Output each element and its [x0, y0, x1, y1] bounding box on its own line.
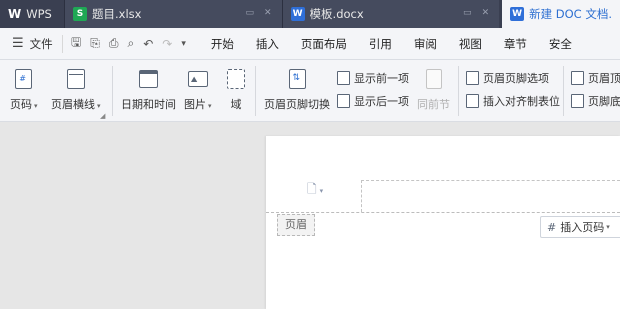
save-icon[interactable]: 🖫 [71, 33, 81, 54]
header-line-label: 页眉横线 [51, 98, 95, 111]
field-icon [227, 69, 245, 89]
spreadsheet-icon: S [72, 7, 87, 21]
tab-docx[interactable]: W 模板.docx ▭ ✕ [281, 0, 500, 28]
menu-item-review[interactable]: 审阅 [414, 36, 437, 52]
insert-page-number-button[interactable]: # 插入页码 ▾ [540, 216, 620, 238]
header-text-area[interactable] [361, 180, 620, 212]
insert-alignment-tab-label: 插入对齐制表位 [483, 95, 560, 108]
header-top-margin[interactable]: 页眉顶 [571, 70, 620, 86]
page-number-icon: # [15, 69, 33, 89]
wps-home-label: WPS [26, 7, 52, 21]
quick-access-toolbar: 🖫 ⎘ ⎙ ⌕ ↶ ↷ ▾ [62, 33, 186, 54]
date-time-label: 日期和时间 [121, 98, 176, 111]
title-tab-bar: W WPS S 题目.xlsx ▭ ✕ W 模板.docx ▭ ✕ W 新建 D… [0, 0, 620, 28]
header-footer-options-label: 页眉页脚选项 [483, 72, 549, 85]
print-preview-icon[interactable]: ⌕ [127, 36, 134, 51]
header-label: 页眉 [277, 214, 315, 236]
insert-page-number-label: 插入页码 [560, 221, 605, 234]
format-painter-icon[interactable]: ⎘ [90, 36, 100, 51]
menu-item-page-layout[interactable]: 页面布局 [301, 36, 347, 52]
header-line-button[interactable]: 页眉横线 ▾ [51, 68, 101, 112]
header-footer-options-button[interactable]: 页眉页脚选项 [466, 70, 549, 86]
alignment-tab-icon [466, 94, 479, 108]
customize-chevron-icon[interactable]: ▾ [181, 39, 186, 49]
tab-xlsx-label: 题目.xlsx [91, 7, 142, 21]
monitor-icon[interactable]: ▭ [245, 8, 254, 18]
show-previous-button[interactable]: 显示前一项 [337, 70, 409, 86]
header-boundary-line [266, 212, 620, 213]
menu-item-section[interactable]: 章节 [504, 36, 527, 52]
hamburger-icon: ☰ [12, 36, 24, 51]
menu-item-insert[interactable]: 插入 [256, 36, 279, 52]
tab-xlsx[interactable]: S 题目.xlsx ▭ ✕ [63, 0, 282, 28]
document-icon: 🗋 [307, 182, 317, 196]
link-icon [425, 69, 442, 89]
footer-bottom-margin[interactable]: 页脚底 [571, 93, 620, 109]
menu-item-view[interactable]: 视图 [459, 36, 482, 52]
document-icon: W [510, 7, 525, 21]
header-top-icon [571, 71, 584, 85]
document-icon: W [290, 7, 305, 21]
insert-alignment-tab-button[interactable]: 插入对齐制表位 [466, 93, 560, 109]
page-number-hash-icon: # [547, 220, 557, 234]
wps-logo-icon: W [8, 7, 22, 21]
footer-bottom-label: 页脚底 [588, 95, 620, 108]
menu-bar: ☰ 文件 🖫 ⎘ ⎙ ⌕ ↶ ↷ ▾ 开始 插入 页面布局 引用 审阅 视图 章… [0, 28, 620, 60]
close-icon[interactable]: ✕ [482, 8, 490, 18]
show-next-button[interactable]: 显示后一项 [337, 93, 409, 109]
same-as-previous-button[interactable]: 同前节 [417, 68, 450, 112]
show-next-label: 显示后一项 [354, 95, 409, 108]
same-as-previous-label: 同前节 [417, 98, 450, 111]
options-icon [466, 71, 479, 85]
file-menu-button[interactable]: ☰ 文件 [0, 36, 62, 52]
main-menu: 开始 插入 页面布局 引用 审阅 视图 章节 安全 [200, 36, 583, 52]
date-time-button[interactable]: 日期和时间 [121, 68, 176, 112]
print-icon[interactable]: ⎙ [109, 36, 119, 51]
menu-item-security[interactable]: 安全 [549, 36, 572, 52]
next-item-icon [337, 94, 350, 108]
footer-bottom-icon [571, 94, 584, 108]
file-menu-label: 文件 [29, 36, 53, 51]
calendar-icon [139, 70, 158, 88]
show-previous-label: 显示前一项 [354, 72, 409, 85]
menu-item-start[interactable]: 开始 [211, 36, 234, 52]
dialog-launcher-icon[interactable]: ◢ [100, 112, 105, 120]
monitor-icon[interactable]: ▭ [463, 8, 472, 18]
tab-new-doc-label: 新建 DOC 文档. [529, 7, 613, 21]
header-footer-ribbon: # 页码 ▾ 页眉横线 ▾ 日期和时间 ⛰ 图片 ▾ 域 ⇅ 页眉页脚切换 显示前一项… [0, 60, 620, 122]
picture-label: 图片 [184, 98, 206, 111]
undo-icon[interactable]: ↶ [143, 37, 153, 51]
picture-icon: ⛰ [187, 71, 208, 87]
header-line-icon [66, 69, 85, 89]
tab-docx-label: 模板.docx [309, 7, 364, 21]
switch-header-footer-icon: ⇅ [288, 69, 306, 89]
page-number-button[interactable]: # 页码 ▾ [10, 68, 38, 112]
field-label: 域 [230, 98, 242, 111]
header-doc-icon[interactable]: 🗋 ▾ [307, 180, 323, 201]
wps-home-tab[interactable]: W WPS [0, 0, 64, 28]
tab-new-doc[interactable]: W 新建 DOC 文档. [502, 0, 620, 28]
header-top-label: 页眉顶 [588, 72, 620, 85]
page-number-label: 页码 [10, 98, 32, 111]
field-button[interactable]: 域 [225, 68, 247, 112]
switch-header-footer-button[interactable]: ⇅ 页眉页脚切换 [264, 68, 330, 112]
switch-header-footer-label: 页眉页脚切换 [264, 98, 330, 111]
menu-item-references[interactable]: 引用 [369, 36, 392, 52]
close-icon[interactable]: ✕ [264, 8, 272, 18]
previous-item-icon [337, 71, 350, 85]
picture-button[interactable]: ⛰ 图片 ▾ [184, 68, 212, 112]
redo-icon[interactable]: ↷ [162, 37, 172, 51]
chevron-down-icon: ▾ [606, 223, 610, 231]
